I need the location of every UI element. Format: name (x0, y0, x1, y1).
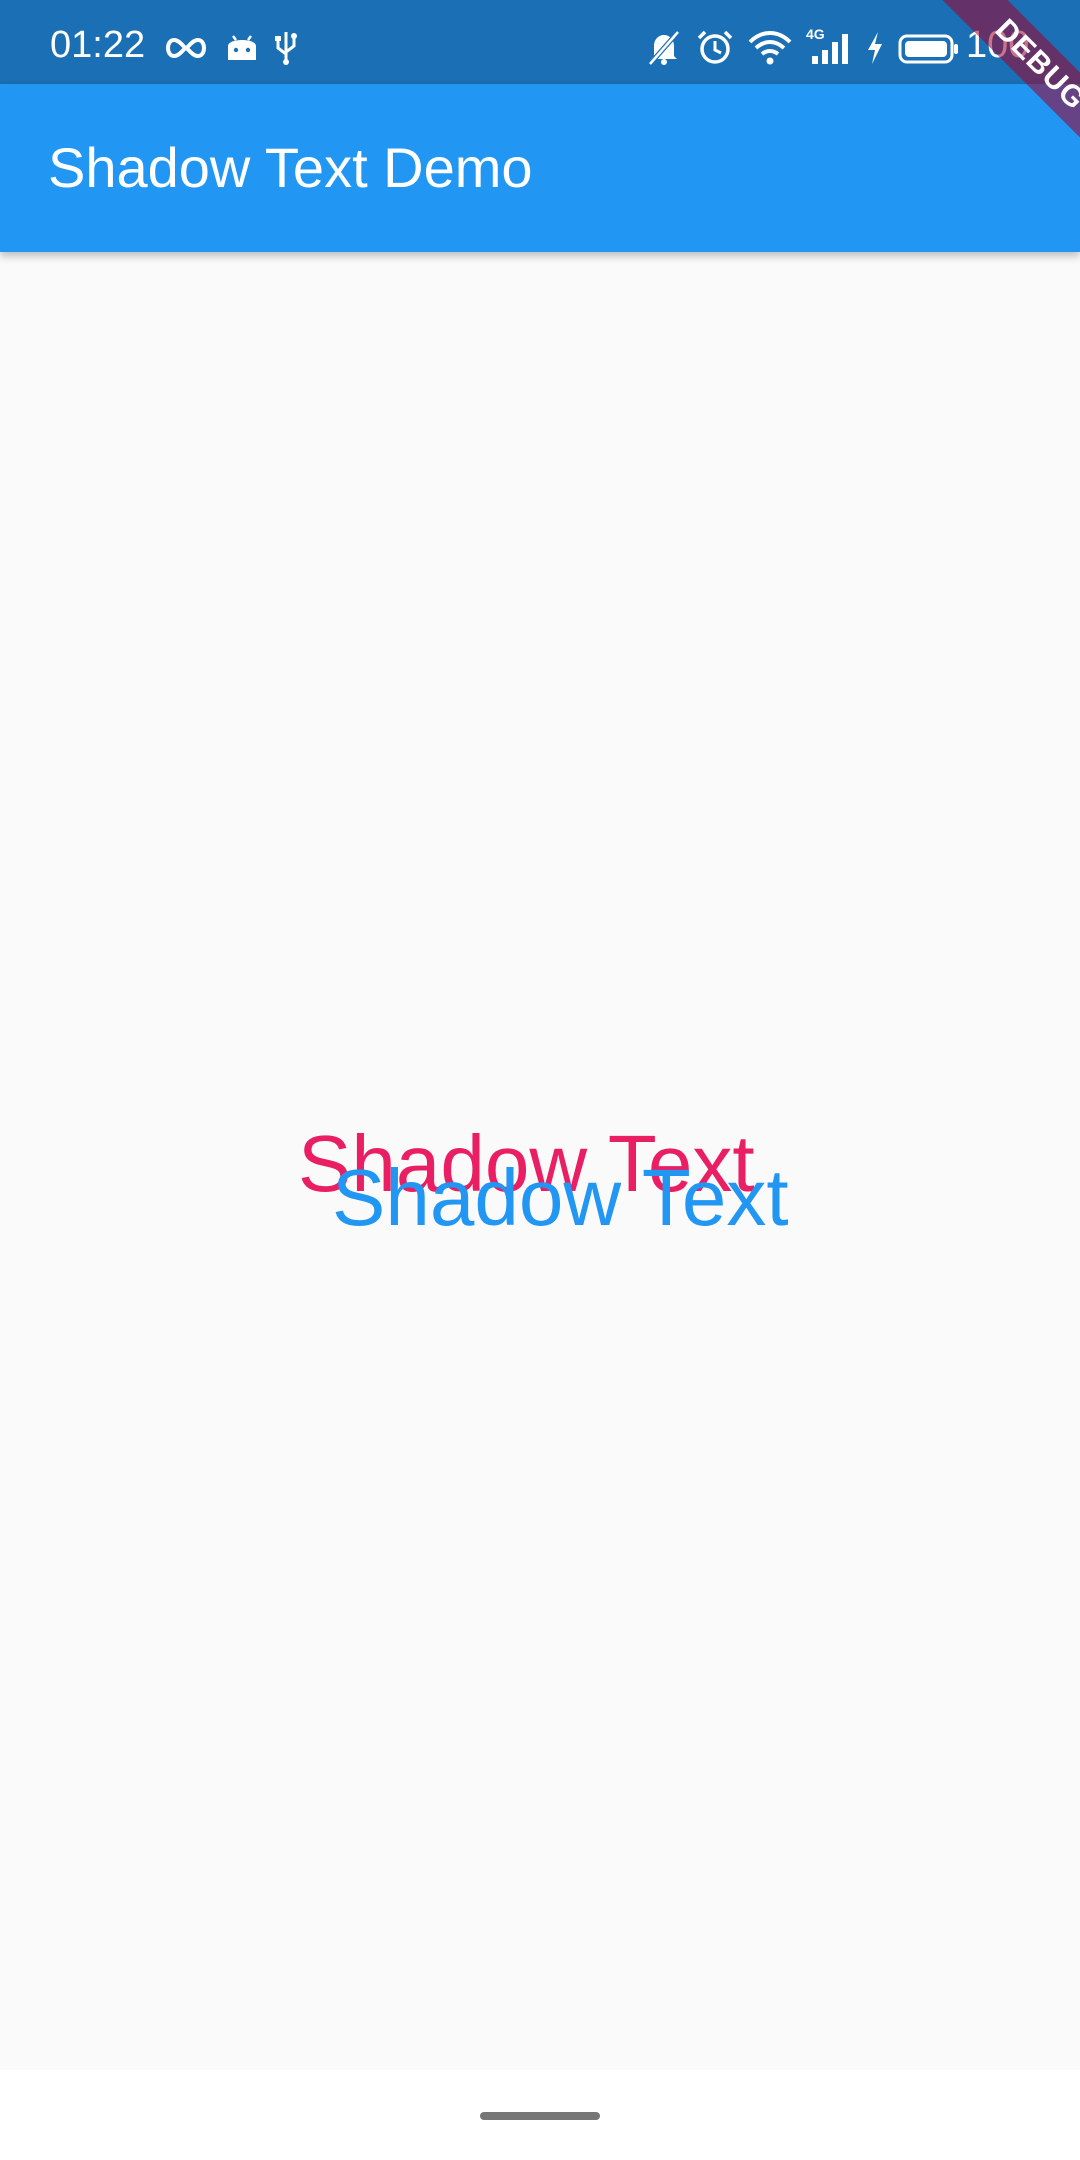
app-bar: Shadow Text Demo (0, 84, 1080, 252)
usb-icon (275, 32, 297, 65)
content-area: Shadow Text Shadow Text (0, 252, 1080, 2070)
status-bar: 01:22 4G (0, 0, 1080, 84)
shadow-text-main: Shadow Text (332, 1153, 789, 1242)
navigation-bar (0, 2070, 1080, 2160)
infinity-icon (166, 37, 206, 59)
alarm-icon (697, 30, 733, 64)
signal-4g-icon: 4G (806, 26, 854, 66)
charging-icon (868, 32, 882, 64)
status-time: 01:22 (50, 24, 146, 66)
app-screen: 01:22 4G DEBUG Shadow Text Demo Shadow T… (0, 0, 1080, 2160)
app-title: Shadow Text Demo (48, 136, 533, 199)
battery-icon (898, 34, 958, 64)
wifi-icon (748, 31, 792, 65)
bell-off-icon (648, 30, 680, 66)
android-icon (228, 35, 256, 60)
home-gesture-handle[interactable] (480, 2112, 600, 2120)
